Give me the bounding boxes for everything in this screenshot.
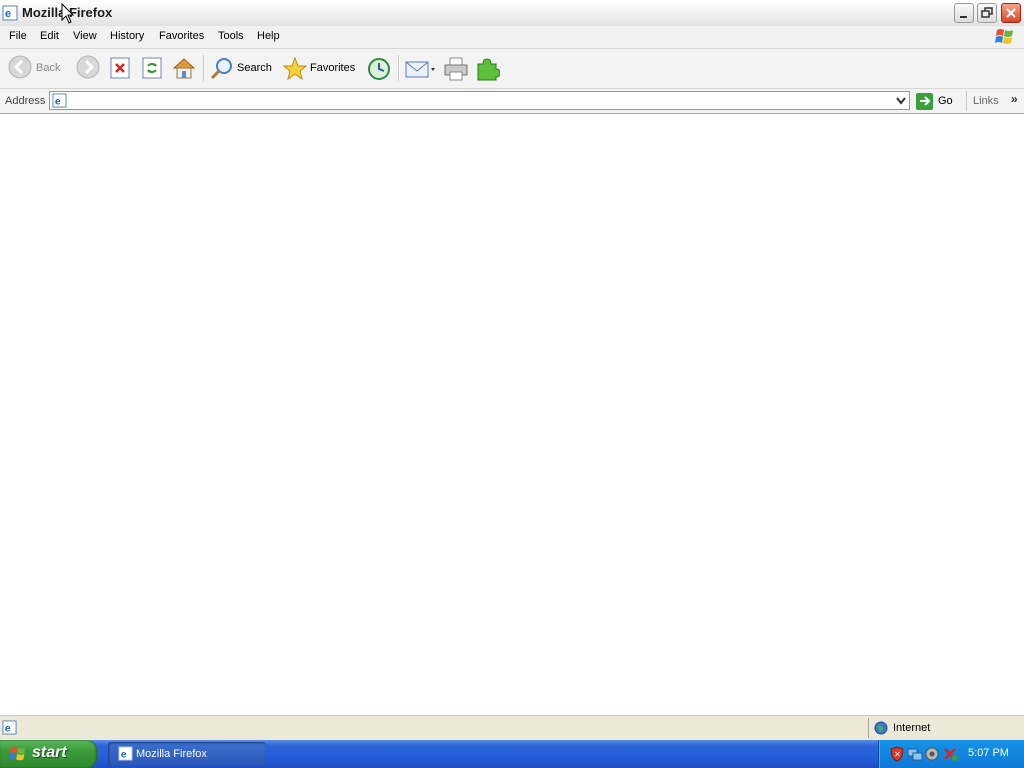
- stop-icon: [110, 57, 130, 79]
- taskbar-item-label: Mozilla Firefox: [136, 748, 207, 760]
- refresh-icon: [142, 57, 162, 79]
- chevron-down-icon: [896, 97, 906, 105]
- mouse-cursor-icon: [61, 3, 75, 24]
- favorites-star-icon: [282, 56, 308, 81]
- start-label: start: [32, 744, 67, 761]
- taskbar-item-firefox[interactable]: e Mozilla Firefox: [108, 742, 266, 766]
- history-button[interactable]: [366, 54, 392, 82]
- toolbar-separator: [203, 55, 205, 81]
- search-icon: [210, 58, 232, 80]
- toolbar-separator: [398, 55, 400, 81]
- menu-help[interactable]: Help: [257, 30, 280, 42]
- go-button[interactable]: Go: [914, 91, 958, 111]
- ie-app-icon: e: [2, 5, 18, 21]
- minimize-button[interactable]: [954, 3, 974, 23]
- ie-page-icon: e: [52, 93, 67, 108]
- address-field[interactable]: e: [49, 91, 910, 110]
- menu-edit[interactable]: Edit: [40, 30, 59, 42]
- security-zone-label: Internet: [893, 722, 931, 734]
- start-button[interactable]: start: [0, 740, 97, 768]
- mail-button[interactable]: [404, 54, 438, 82]
- security-center-icon[interactable]: [924, 746, 940, 762]
- menu-favorites[interactable]: Favorites: [159, 30, 204, 42]
- network-icon[interactable]: [907, 746, 923, 762]
- taskbar: start e Mozilla Firefox ✕ 5:07 PM: [0, 740, 1024, 768]
- safely-remove-icon[interactable]: [942, 746, 960, 762]
- favorites-button[interactable]: Favorites: [282, 54, 358, 82]
- chevron-right-icon[interactable]: »: [1011, 92, 1018, 106]
- go-arrow-icon: [916, 93, 933, 110]
- restore-button[interactable]: [977, 3, 997, 23]
- back-label: Back: [36, 62, 61, 74]
- mail-icon: [405, 61, 435, 78]
- links-label: Links: [973, 95, 999, 107]
- go-label: Go: [938, 95, 953, 107]
- toolbar: Back Search Favorites: [0, 49, 1024, 89]
- menu-history[interactable]: History: [110, 30, 144, 42]
- addons-button[interactable]: [474, 54, 500, 82]
- links-toolbar[interactable]: Links »: [966, 91, 1024, 111]
- title-bar: e Mozilla Firefox: [0, 0, 1024, 27]
- globe-icon: [874, 721, 888, 735]
- menu-file[interactable]: File: [9, 30, 27, 42]
- windows-logo-icon: [994, 27, 1016, 47]
- clock: 5:07 PM: [968, 747, 1009, 759]
- history-icon: [368, 58, 390, 80]
- favorites-label: Favorites: [310, 62, 356, 74]
- address-bar: Address e Go Links »: [0, 89, 1024, 114]
- menu-tools[interactable]: Tools: [218, 30, 244, 42]
- address-dropdown-button[interactable]: [893, 92, 909, 109]
- status-separator: [868, 718, 869, 738]
- windows-flag-icon: [9, 746, 26, 761]
- svg-text:e: e: [121, 749, 127, 760]
- svg-text:e: e: [55, 96, 61, 107]
- stop-button[interactable]: [108, 54, 132, 82]
- system-tray: ✕ 5:07 PM: [878, 740, 1024, 768]
- ie-app-icon: e: [118, 746, 133, 761]
- refresh-button[interactable]: [140, 54, 164, 82]
- address-input[interactable]: [70, 93, 890, 108]
- menu-view[interactable]: View: [73, 30, 97, 42]
- print-icon: [444, 57, 468, 81]
- home-button[interactable]: [171, 54, 197, 82]
- menu-bar: File Edit View History Favorites Tools H…: [0, 26, 1024, 49]
- svg-text:e: e: [5, 8, 11, 20]
- puzzle-icon: [477, 58, 500, 81]
- address-label: Address: [5, 95, 46, 107]
- shield-icon[interactable]: ✕: [889, 746, 905, 762]
- back-button[interactable]: Back: [8, 54, 66, 82]
- back-icon: [8, 55, 32, 79]
- close-button[interactable]: [1001, 3, 1021, 23]
- page-status-icon: e: [2, 720, 17, 735]
- status-bar: e Internet: [0, 715, 1024, 740]
- print-button[interactable]: [443, 54, 469, 82]
- page-content: [0, 114, 1024, 714]
- svg-text:e: e: [5, 723, 11, 734]
- forward-button[interactable]: [76, 54, 100, 82]
- svg-text:✕: ✕: [894, 750, 901, 759]
- search-label: Search: [237, 62, 272, 74]
- forward-icon: [76, 55, 100, 79]
- search-button[interactable]: Search: [209, 54, 273, 82]
- home-icon: [172, 58, 196, 79]
